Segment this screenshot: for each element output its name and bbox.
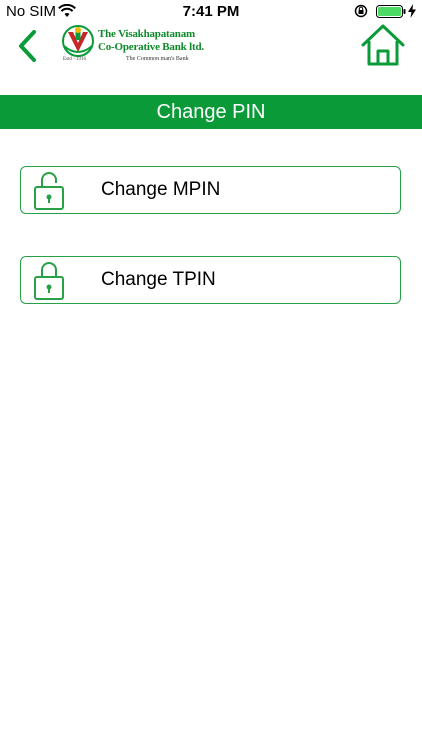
logo-established: Estd - 1916 bbox=[63, 57, 87, 62]
home-icon bbox=[361, 24, 405, 66]
bank-logo: Estd - 1916 The Visakhapatanam Co-Operat… bbox=[60, 24, 260, 66]
rotation-lock-icon bbox=[354, 4, 368, 18]
logo-tagline: The Common man's Bank bbox=[126, 56, 189, 62]
page-title: Change PIN bbox=[156, 100, 266, 123]
change-mpin-button[interactable]: Change MPIN bbox=[20, 166, 401, 214]
battery-icon bbox=[376, 5, 406, 18]
app-header: Estd - 1916 The Visakhapatanam Co-Operat… bbox=[0, 24, 422, 94]
charging-icon bbox=[408, 4, 416, 18]
back-button[interactable] bbox=[14, 28, 42, 64]
logo-name-line2: Co-Operative Bank ltd. bbox=[98, 41, 204, 53]
home-button[interactable] bbox=[360, 24, 406, 66]
change-tpin-button[interactable]: Change TPIN bbox=[20, 256, 401, 304]
change-mpin-label: Change MPIN bbox=[101, 179, 221, 200]
lock-icon bbox=[34, 262, 64, 300]
change-tpin-label: Change TPIN bbox=[101, 269, 216, 290]
status-bar: No SIM 7:41 PM bbox=[0, 0, 422, 24]
logo-name-line1: The Visakhapatanam bbox=[98, 28, 195, 40]
chevron-left-icon bbox=[19, 30, 36, 62]
lock-icon bbox=[34, 172, 64, 210]
bank-emblem-icon bbox=[62, 25, 94, 57]
page-title-bar: Change PIN bbox=[0, 95, 422, 129]
